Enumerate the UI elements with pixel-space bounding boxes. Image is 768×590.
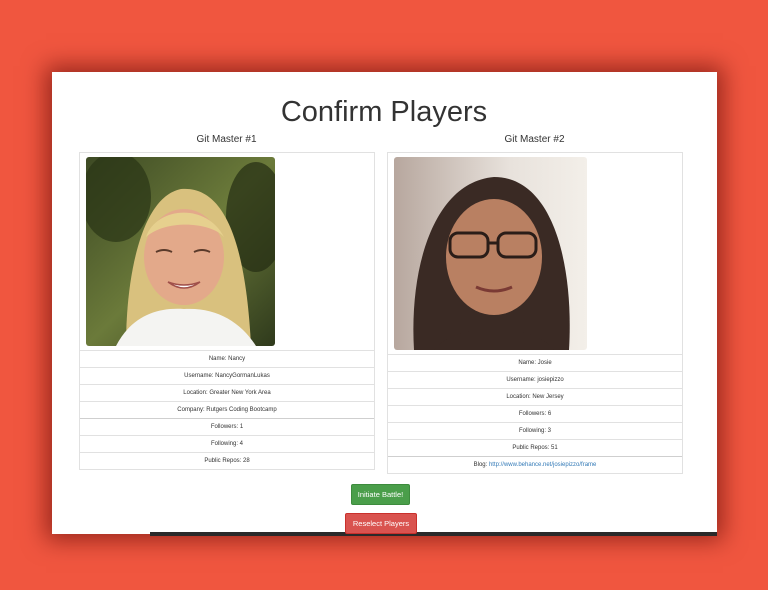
player-2-blog: Blog: http://www.behance.net/josiepizzo/… bbox=[388, 456, 682, 473]
page-title: Confirm Players bbox=[280, 96, 488, 128]
player-2-username: Username: josiepizzo bbox=[388, 371, 682, 388]
player-1-public-repos: Public Repos: 28 bbox=[80, 452, 374, 469]
player-1-location: Location: Greater New York Area bbox=[80, 384, 374, 401]
player-2-heading: Git Master #2 bbox=[504, 134, 565, 145]
player-1-following: Following: 4 bbox=[80, 435, 374, 452]
player-1-heading: Git Master #1 bbox=[196, 134, 257, 145]
player-2-avatar bbox=[394, 157, 587, 350]
player-2-info: Name: Josie Username: josiepizzo Locatio… bbox=[388, 354, 682, 473]
player-1-username: Username: NancyGormanLukas bbox=[80, 367, 374, 384]
player-1-card: Name: Nancy Username: NancyGormanLukas L… bbox=[79, 152, 375, 470]
player-2-public-repos: Public Repos: 51 bbox=[388, 439, 682, 456]
player-1-followers: Followers: 1 bbox=[80, 418, 374, 435]
player-2-blog-link[interactable]: http://www.behance.net/josiepizzo/frame bbox=[489, 462, 596, 468]
initiate-battle-button[interactable]: Initiate Battle! bbox=[351, 484, 410, 505]
card-bottom-edge bbox=[150, 532, 717, 536]
player-1-company: Company: Rutgers Coding Bootcamp bbox=[80, 401, 374, 418]
player-2-followers: Followers: 6 bbox=[388, 405, 682, 422]
player-1-name: Name: Nancy bbox=[80, 350, 374, 367]
player-2-location: Location: New Jersey bbox=[388, 388, 682, 405]
player-2-following: Following: 3 bbox=[388, 422, 682, 439]
player-2-blog-label: Blog: bbox=[473, 462, 489, 468]
reselect-players-button[interactable]: Reselect Players bbox=[345, 513, 417, 534]
player-1-info: Name: Nancy Username: NancyGormanLukas L… bbox=[80, 350, 374, 469]
player-2-card: Name: Josie Username: josiepizzo Locatio… bbox=[387, 152, 683, 474]
player-1-avatar bbox=[86, 157, 275, 346]
player-2-name: Name: Josie bbox=[388, 354, 682, 371]
